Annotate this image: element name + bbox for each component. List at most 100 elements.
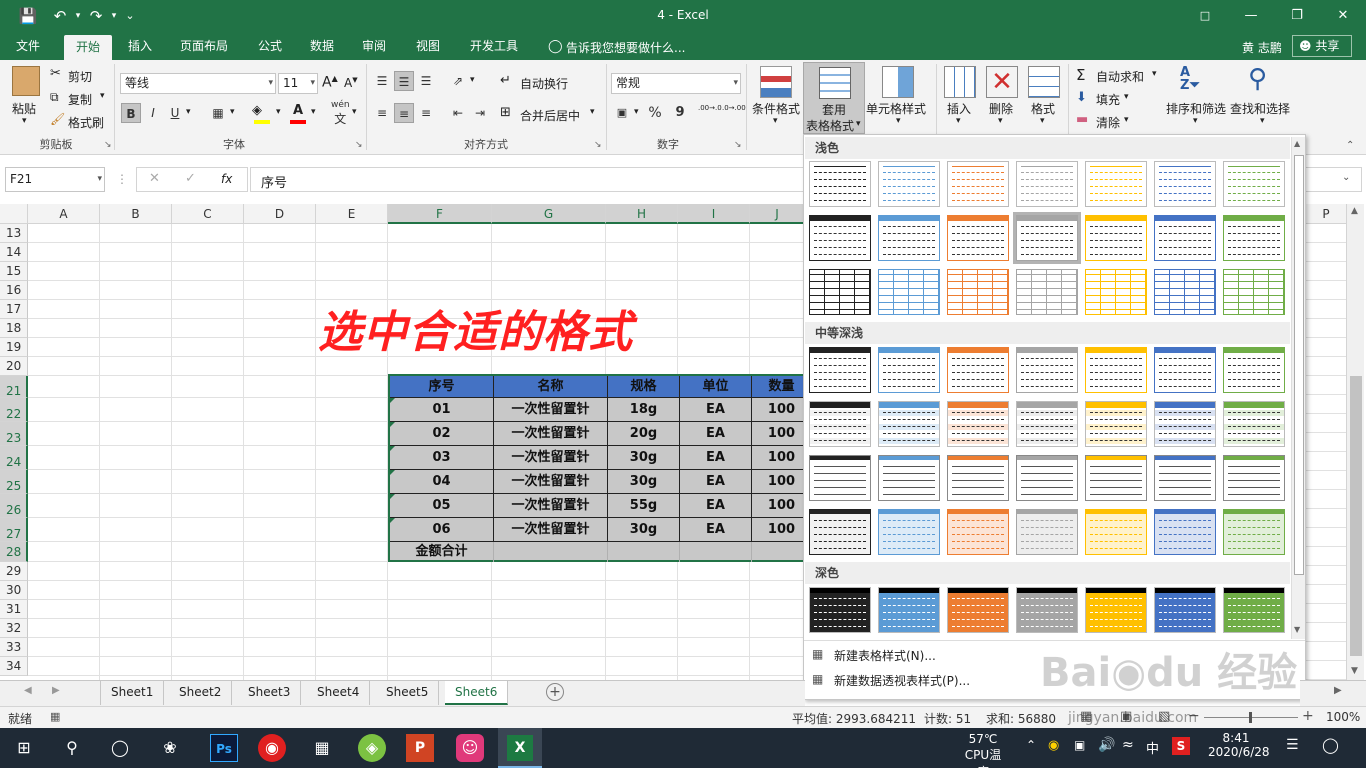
show-desktop-icon[interactable]: ◯	[1322, 736, 1339, 754]
table-cell[interactable]: 02	[390, 422, 494, 446]
total-label-cell[interactable]: 金额合计	[390, 542, 494, 562]
table-style-swatch[interactable]	[947, 401, 1009, 447]
cpu-temp[interactable]: 57℃ CPU温度	[960, 732, 1006, 768]
column-header-b[interactable]: B	[100, 204, 172, 224]
table-cell[interactable]: 一次性留置针	[494, 398, 608, 422]
close-button[interactable]: ✕	[1320, 0, 1366, 32]
row-header-22[interactable]: 22	[0, 398, 28, 422]
table-style-swatch[interactable]	[1223, 509, 1285, 555]
align-top-icon[interactable]: ☰	[372, 71, 392, 91]
table-style-swatch[interactable]	[878, 347, 940, 393]
zoom-in-icon[interactable]: +	[1302, 708, 1314, 724]
gallery-scroll-up-icon[interactable]: ▲	[1294, 139, 1300, 148]
collapse-ribbon-icon[interactable]: ⌃	[1346, 140, 1354, 151]
sheet-tab-sheet3[interactable]: Sheet3	[238, 681, 302, 705]
paste-icon[interactable]	[12, 66, 40, 96]
table-style-swatch[interactable]	[1223, 215, 1285, 261]
number-launcher-icon[interactable]: ↘	[734, 140, 742, 150]
copy-button[interactable]: 复制	[68, 91, 92, 108]
table-style-swatch[interactable]	[878, 215, 940, 261]
row-header-18[interactable]: 18	[0, 319, 28, 338]
row-header-25[interactable]: 25	[0, 470, 28, 494]
row-header-28[interactable]: 28	[0, 542, 28, 562]
scroll-right-icon[interactable]: ▶	[1334, 685, 1342, 696]
row-header-16[interactable]: 16	[0, 281, 28, 300]
grid-right-area[interactable]	[1306, 224, 1346, 680]
conditional-format-icon[interactable]	[760, 66, 792, 98]
row-header-23[interactable]: 23	[0, 422, 28, 446]
error-indicator-icon[interactable]	[390, 494, 395, 499]
table-cell[interactable]: 一次性留置针	[494, 494, 608, 518]
underline-dropdown-icon[interactable]: ▾	[186, 107, 191, 117]
row-header-24[interactable]: 24	[0, 446, 28, 470]
copy-dropdown-icon[interactable]: ▾	[100, 91, 105, 101]
column-header-f[interactable]: F	[388, 204, 492, 224]
table-cell[interactable]: EA	[680, 446, 752, 470]
orientation-icon[interactable]: ⇗	[448, 71, 468, 91]
excel-taskbar-button[interactable]: X	[498, 728, 542, 768]
grow-font-icon[interactable]: A▲	[322, 74, 338, 91]
row-header-33[interactable]: 33	[0, 638, 28, 657]
row-header-31[interactable]: 31	[0, 600, 28, 619]
table-cell[interactable]: 05	[390, 494, 494, 518]
column-header-a[interactable]: A	[28, 204, 100, 224]
conditional-format-button[interactable]: 条件格式	[752, 100, 800, 117]
table-style-swatch[interactable]	[1223, 455, 1285, 501]
row-header-26[interactable]: 26	[0, 494, 28, 518]
table-style-swatch[interactable]	[809, 215, 871, 261]
bold-button[interactable]: B	[121, 103, 141, 123]
search-icon[interactable]: ⚲	[58, 734, 86, 762]
format-dropdown-icon[interactable]: ▾	[1040, 116, 1045, 126]
align-middle-icon[interactable]: ☰	[394, 71, 414, 91]
scrollbar-thumb[interactable]	[1350, 376, 1362, 656]
cell-styles-dropdown-icon[interactable]: ▾	[896, 116, 901, 126]
comma-style-button[interactable]: 9	[670, 103, 690, 123]
table-style-swatch[interactable]	[1154, 161, 1216, 207]
table-cell[interactable]: 06	[390, 518, 494, 542]
row-header-27[interactable]: 27	[0, 518, 28, 542]
chevron-down-icon[interactable]: ▾	[97, 168, 102, 191]
tab-review[interactable]: 审阅	[350, 32, 398, 60]
clipboard-launcher-icon[interactable]: ↘	[104, 140, 112, 150]
zoom-level[interactable]: 100%	[1326, 710, 1360, 724]
table-cell[interactable]: 18g	[608, 398, 680, 422]
horizontal-scroll-area[interactable]: ▶	[1300, 680, 1366, 706]
sort-filter-icon[interactable]: A Z⏷	[1180, 66, 1200, 92]
table-style-swatch[interactable]	[1085, 347, 1147, 393]
notification-icon[interactable]: ☰	[1286, 737, 1299, 753]
name-box[interactable]: F21 ▾	[5, 167, 105, 192]
font-size-combo[interactable]: 11 ▾	[278, 73, 318, 94]
row-header-17[interactable]: 17	[0, 300, 28, 319]
clear-dropdown-icon[interactable]: ▾	[1124, 115, 1129, 125]
tab-page-layout[interactable]: 页面布局	[168, 32, 240, 60]
table-style-swatch[interactable]	[1085, 401, 1147, 447]
table-cell[interactable]: 55g	[608, 494, 680, 518]
gallery-scroll-thumb[interactable]	[1294, 155, 1304, 575]
table-style-swatch[interactable]	[1016, 347, 1078, 393]
font-color-dropdown-icon[interactable]: ▾	[311, 107, 316, 117]
chevron-down-icon[interactable]: ▾	[733, 74, 738, 93]
table-style-swatch[interactable]	[809, 401, 871, 447]
table-style-swatch[interactable]	[1154, 455, 1216, 501]
table-header-cell[interactable]: 名称	[494, 376, 608, 398]
insert-dropdown-icon[interactable]: ▾	[956, 116, 961, 126]
sheet-tab-sheet6[interactable]: Sheet6	[445, 681, 509, 705]
increase-indent-icon[interactable]: ⇥	[470, 103, 490, 123]
next-sheet-icon[interactable]: ▶	[52, 685, 60, 696]
data-table[interactable]: 序号 名称 规格 单位 数量 01 一次性留置针 18g EA 100 02 一次性留置针 20g EA 1…	[388, 374, 812, 562]
table-cell[interactable]: EA	[680, 518, 752, 542]
netease-music-icon[interactable]: ◉	[258, 734, 286, 762]
table-header-cell[interactable]: 序号	[390, 376, 494, 398]
tell-me-search[interactable]: 告诉我您想要做什么...	[566, 39, 685, 56]
row-header-19[interactable]: 19	[0, 338, 28, 357]
table-style-swatch[interactable]	[1223, 347, 1285, 393]
tab-home[interactable]: 开始	[64, 35, 113, 60]
insert-cells-button[interactable]: 插入	[947, 100, 971, 117]
vertical-scrollbar[interactable]: ▲ ▼	[1346, 204, 1364, 680]
table-style-swatch[interactable]	[809, 269, 871, 315]
scroll-down-icon[interactable]: ▼	[1351, 666, 1358, 676]
column-header-j[interactable]: J	[750, 204, 805, 224]
calculator-icon[interactable]: ▦	[308, 734, 336, 762]
delete-cells-icon[interactable]: ✕	[986, 66, 1018, 98]
table-cell[interactable]: 一次性留置针	[494, 518, 608, 542]
